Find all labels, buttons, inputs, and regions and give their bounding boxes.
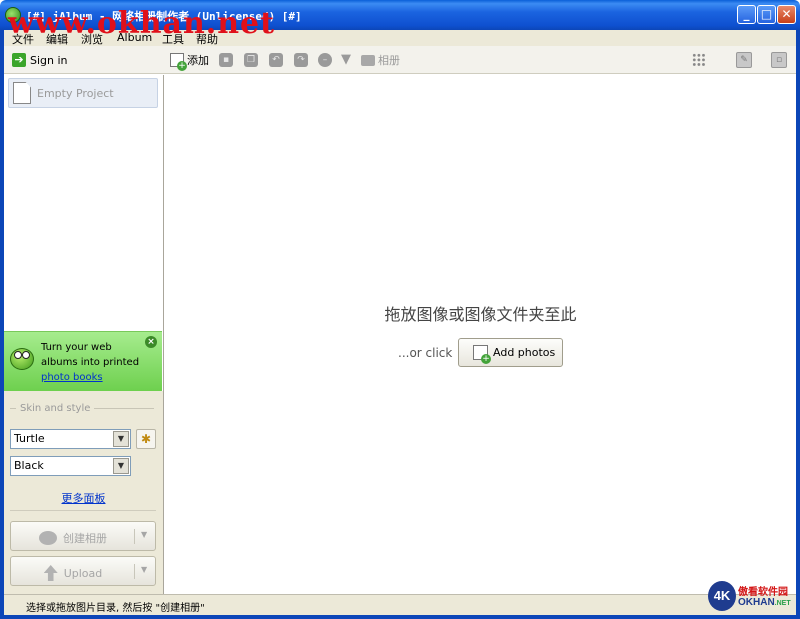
filter-icon[interactable]: ▼ (339, 53, 353, 67)
site-logo: 4K 傲看软件园 OKHAN.NET (708, 581, 798, 613)
promo-close-icon[interactable]: × (145, 336, 157, 348)
button-separator (134, 529, 135, 544)
button-separator (134, 564, 135, 579)
rotate-right-icon[interactable]: ↷ (294, 53, 308, 67)
watermark-text: www.okhan.net (8, 6, 275, 41)
add-photos-icon (473, 345, 491, 364)
album-label: 相册 (378, 54, 400, 67)
skin-settings-icon[interactable]: ✱ (136, 429, 156, 449)
logo-bottom-text: OKHAN.NET (738, 597, 791, 608)
minimize-button[interactable]: _ (737, 5, 756, 24)
upload-arrow-icon (43, 565, 58, 581)
chevron-down-icon[interactable]: ▼ (141, 565, 147, 574)
album-button[interactable]: 相册 (361, 52, 400, 68)
rotate-left-icon[interactable]: ↶ (269, 53, 283, 67)
sign-in-label: Sign in (30, 53, 68, 67)
project-item[interactable]: Empty Project (8, 78, 158, 108)
make-album-icon (39, 531, 57, 545)
edit-icon[interactable]: ✎ (736, 52, 752, 68)
divider (10, 510, 156, 511)
sidebar-header: ➔ Sign in (4, 46, 164, 74)
edit-image-icon[interactable]: ▪ (219, 53, 233, 67)
chevron-down-icon[interactable]: ▼ (141, 530, 147, 539)
skin-select[interactable]: Turtle ▼ (10, 429, 131, 449)
make-album-content: 创建相册 (11, 530, 135, 546)
status-bar: 选择或拖放图片目录, 然后按 "创建相册" (4, 594, 796, 615)
photo-book-promo: Turn your web albums into printed photo … (4, 331, 162, 391)
sign-in-button[interactable]: ➔ Sign in (12, 52, 68, 68)
remove-icon[interactable]: – (318, 53, 332, 67)
divider-line (10, 408, 16, 409)
more-skins-link[interactable]: 更多面板 (4, 490, 163, 506)
album-book-icon (361, 54, 375, 66)
chevron-down-icon[interactable]: ▼ (113, 431, 129, 447)
project-sidebar: Empty Project Turn your web albums into … (4, 75, 164, 594)
drop-hint: 拖放图像或图像文件夹至此 (384, 305, 577, 324)
preview-icon[interactable]: ▫ (771, 52, 787, 68)
upload-button[interactable]: Upload ▼ (10, 556, 156, 586)
photo-books-link[interactable]: photo books (41, 370, 151, 385)
logo-mark: 4K (708, 581, 736, 611)
skin-panel: Skin and style Turtle ▼ ✱ Black ▼ 更多面板 创… (4, 391, 163, 594)
close-button[interactable]: ✕ (777, 5, 796, 24)
promo-text: Turn your web albums into printed photo … (41, 340, 151, 385)
skin-header-label: Skin and style (20, 403, 91, 414)
add-label: 添加 (187, 54, 209, 67)
chevron-down-icon[interactable]: ▼ (113, 458, 129, 474)
document-icon (13, 82, 31, 104)
maximize-button[interactable]: □ (757, 5, 776, 24)
style-select-value: Black (14, 459, 44, 472)
make-album-label: 创建相册 (63, 532, 107, 545)
add-photos-label: Add photos (493, 346, 556, 359)
skin-select-value: Turtle (14, 432, 45, 445)
add-photos-button[interactable]: Add photos (458, 338, 563, 367)
grid-view-icon[interactable] (692, 53, 706, 67)
promo-line-2: albums into printed (41, 357, 140, 368)
logo-top-text: 傲看软件园 (738, 587, 788, 598)
make-album-button[interactable]: 创建相册 ▼ (10, 521, 156, 551)
add-files-icon (170, 53, 187, 71)
divider-line (94, 408, 154, 409)
drop-area[interactable]: 拖放图像或图像文件夹至此 ...or click Add photos (165, 75, 796, 594)
frog-icon (10, 348, 34, 370)
logo-suffix: .NET (774, 600, 791, 607)
add-button[interactable]: 添加 (170, 52, 209, 71)
logo-name: OKHAN (738, 597, 775, 608)
upload-label: Upload (63, 566, 103, 580)
promo-line-1: Turn your web (41, 342, 112, 353)
skin-header: Skin and style (10, 403, 154, 414)
or-click-label: ...or click (398, 346, 453, 360)
sign-in-arrow-icon: ➔ (12, 53, 26, 67)
project-label: Empty Project (37, 86, 114, 100)
style-select[interactable]: Black ▼ (10, 456, 131, 476)
upload-content: Upload (11, 565, 135, 581)
main-toolbar: 添加 ▪ ❐ ↶ ↷ – ▼ 相册 ✎ ▫ (164, 46, 796, 74)
copy-icon[interactable]: ❐ (244, 53, 258, 67)
status-text: 选择或拖放图片目录, 然后按 "创建相册" (26, 603, 205, 614)
window-frame-right (796, 30, 800, 619)
window-frame-bottom (0, 615, 800, 619)
